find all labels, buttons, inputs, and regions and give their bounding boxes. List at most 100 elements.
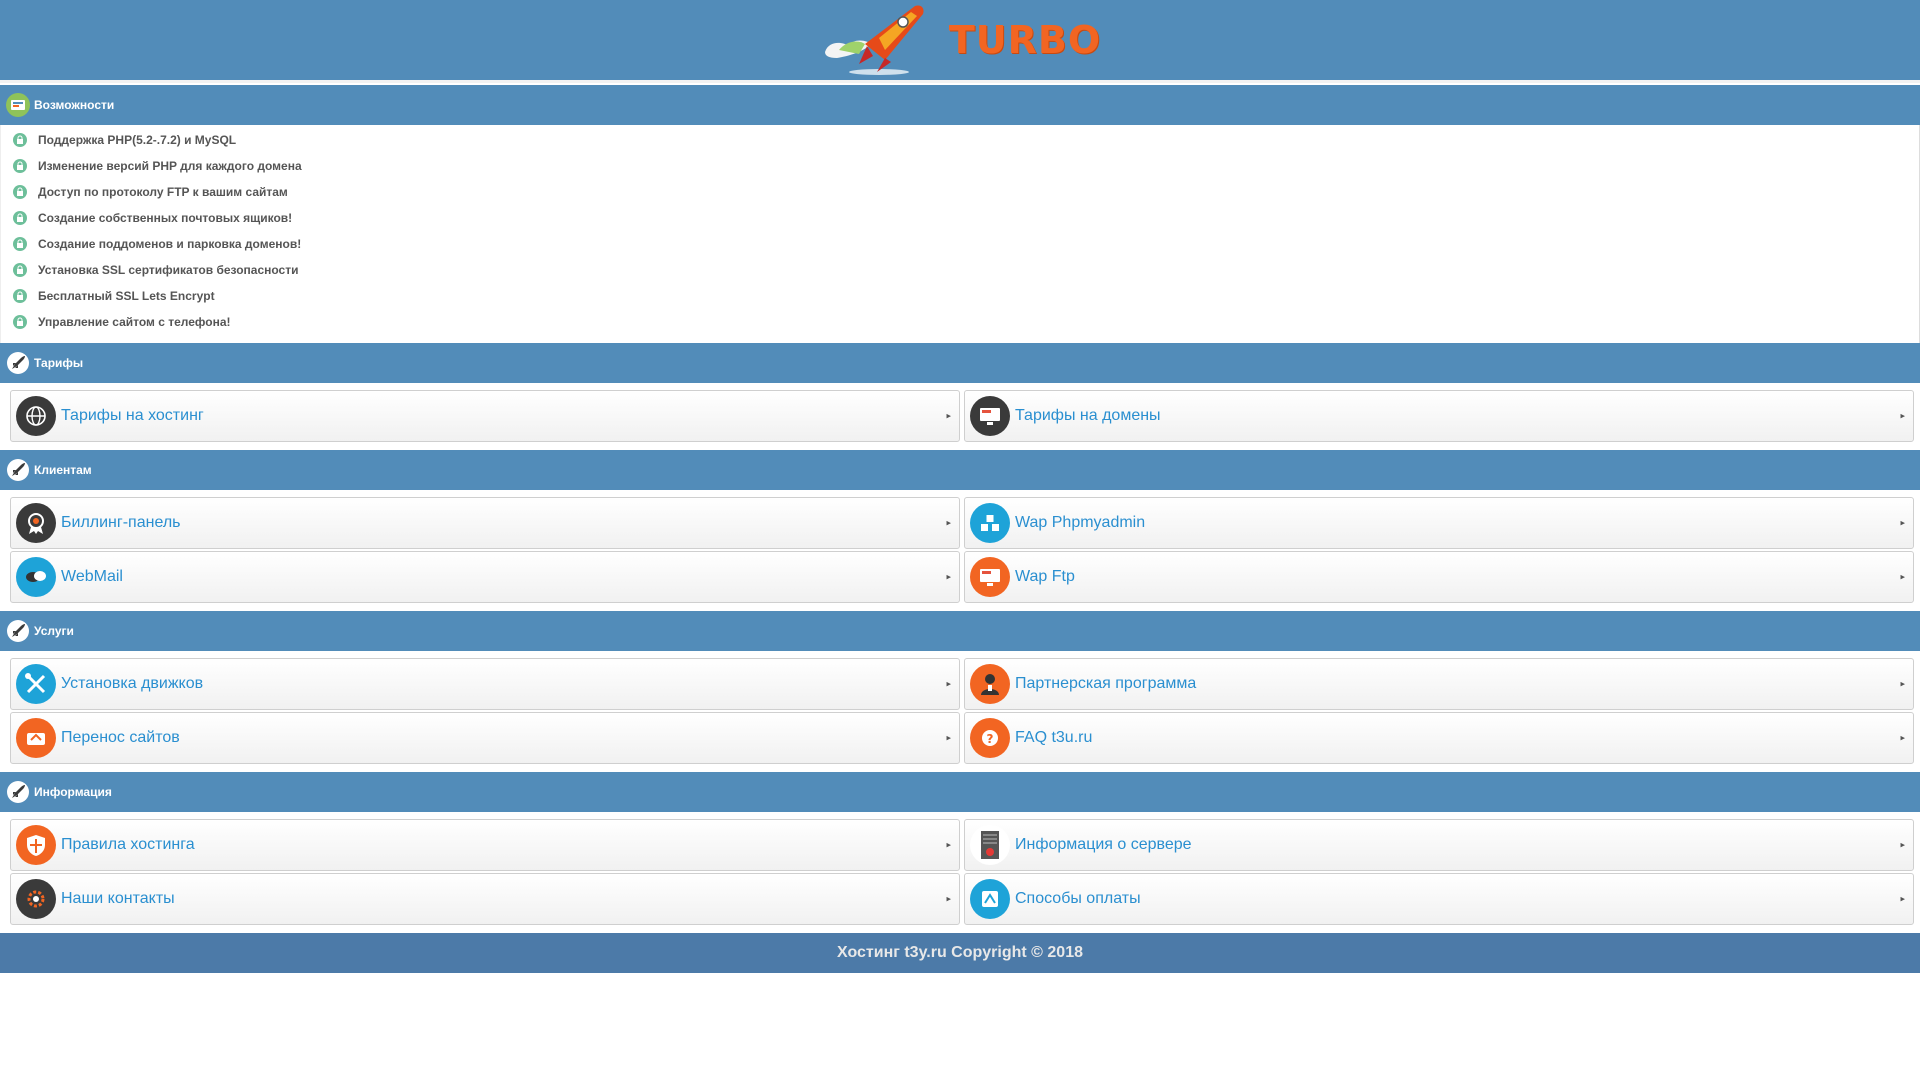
feature-text: Доступ по протоколу FTP к вашим сайтам xyxy=(38,185,288,199)
section-header-tariffs: Тарифы xyxy=(0,343,1920,383)
server-icon xyxy=(970,825,1010,865)
features-icon xyxy=(6,93,30,117)
link-label: Установка движков xyxy=(61,675,204,692)
gear-icon xyxy=(16,879,56,919)
feature-item: Бесплатный SSL Lets Encrypt xyxy=(13,283,1911,309)
link-card-gear[interactable]: Наши контакты ▸ xyxy=(10,873,960,925)
rocket-icon xyxy=(6,780,30,804)
lock-icon xyxy=(13,159,27,173)
monitor-icon xyxy=(970,557,1010,597)
link-card-transfer[interactable]: Перенос сайтов ▸ xyxy=(10,712,960,764)
award-icon xyxy=(16,503,56,543)
link-card-server[interactable]: Информация о сервере ▸ xyxy=(964,819,1914,871)
info-grid: Правила хостинга ▸ Информация о сервере ▸ На… xyxy=(0,812,1920,933)
lock-icon xyxy=(13,289,27,303)
feature-text: Создание поддоменов и парковка доменов! xyxy=(38,237,302,251)
link-card-monitor[interactable]: Wap Ftp ▸ xyxy=(964,551,1914,603)
link-card-shield[interactable]: Правила хостинга ▸ xyxy=(10,819,960,871)
link-card-award[interactable]: Биллинг-панель ▸ xyxy=(10,497,960,549)
rocket-icon xyxy=(6,458,30,482)
lock-icon xyxy=(13,133,27,147)
shield-icon xyxy=(16,825,56,865)
link-label: Wap Phpmyadmin xyxy=(1015,514,1146,531)
feature-item: Доступ по протоколу FTP к вашим сайтам xyxy=(13,179,1911,205)
arrow-right-icon: ▸ xyxy=(1900,732,1905,743)
feature-text: Создание собственных почтовых ящиков! xyxy=(38,211,293,225)
lock-icon xyxy=(13,263,27,277)
feature-item: Поддержка PHP(5.2-.7.2) и MySQL xyxy=(13,127,1911,153)
arrow-right-icon: ▸ xyxy=(946,893,951,904)
link-card-chat[interactable]: WebMail ▸ xyxy=(10,551,960,603)
section-header-services: Услуги xyxy=(0,611,1920,651)
link-card-tools[interactable]: Установка движков ▸ xyxy=(10,658,960,710)
feature-item: Управление сайтом с телефона! xyxy=(13,309,1911,335)
link-label: Wap Ftp xyxy=(1015,568,1075,585)
brand-name: TURBO xyxy=(948,18,1102,62)
rocket-icon xyxy=(6,619,30,643)
transfer-icon xyxy=(16,718,56,758)
arrow-right-icon: ▸ xyxy=(946,410,951,421)
chat-icon xyxy=(16,557,56,597)
section-header-clients: Клиентам xyxy=(0,450,1920,490)
payment-icon xyxy=(970,879,1010,919)
arrow-right-icon: ▸ xyxy=(1900,410,1905,421)
feature-item: Изменение версий PHP для каждого домена xyxy=(13,153,1911,179)
section-title-clients: Клиентам xyxy=(34,463,92,477)
link-label: WebMail xyxy=(61,568,123,585)
arrow-right-icon: ▸ xyxy=(1900,678,1905,689)
lock-icon xyxy=(13,211,27,225)
footer-copyright: Хостинг t3y.ru Copyright © 2018 xyxy=(836,944,1083,961)
lock-icon xyxy=(13,185,27,199)
link-card-person[interactable]: Партнерская программа ▸ xyxy=(964,658,1914,710)
services-grid: Установка движков ▸ Партнерская программа ▸… xyxy=(0,651,1920,772)
tariffs-grid: Тарифы на хостинг ▸ Тарифы на домены ▸ xyxy=(0,383,1920,450)
features-list: Поддержка PHP(5.2-.7.2) и MySQL Изменение… xyxy=(0,125,1920,343)
section-title-tariffs: Тарифы xyxy=(34,356,84,370)
monitor-icon xyxy=(970,396,1010,436)
feature-item: Создание поддоменов и парковка доменов! xyxy=(13,231,1911,257)
arrow-right-icon: ▸ xyxy=(1900,839,1905,850)
link-label: Тарифы на хостинг xyxy=(61,407,204,424)
link-card-globe[interactable]: Тарифы на хостинг ▸ xyxy=(10,390,960,442)
rocket-icon xyxy=(6,351,30,375)
link-card-payment[interactable]: Способы оплаты ▸ xyxy=(964,873,1914,925)
feature-item: Установка SSL сертификатов безопасности xyxy=(13,257,1911,283)
svg-text:?: ? xyxy=(987,732,994,746)
header: TURBO xyxy=(0,0,1920,83)
arrow-right-icon: ▸ xyxy=(946,678,951,689)
arrow-right-icon: ▸ xyxy=(1900,571,1905,582)
link-label: Правила хостинга xyxy=(61,836,195,853)
person-icon xyxy=(970,664,1010,704)
arrow-right-icon: ▸ xyxy=(1900,893,1905,904)
feature-text: Управление сайтом с телефона! xyxy=(38,315,231,329)
section-header-info: Информация xyxy=(0,772,1920,812)
globe-icon xyxy=(16,396,56,436)
link-card-database[interactable]: Wap Phpmyadmin ▸ xyxy=(964,497,1914,549)
database-icon xyxy=(970,503,1010,543)
arrow-right-icon: ▸ xyxy=(946,839,951,850)
arrow-right-icon: ▸ xyxy=(946,571,951,582)
link-label: Способы оплаты xyxy=(1015,890,1141,907)
feature-text: Установка SSL сертификатов безопасности xyxy=(38,263,299,277)
help-icon: ? xyxy=(970,718,1010,758)
feature-text: Изменение версий PHP для каждого домена xyxy=(38,159,302,173)
section-title-info: Информация xyxy=(34,785,112,799)
arrow-right-icon: ▸ xyxy=(1900,517,1905,528)
section-header-features: Возможности xyxy=(0,85,1920,125)
arrow-right-icon: ▸ xyxy=(946,732,951,743)
tools-icon xyxy=(16,664,56,704)
link-card-help[interactable]: ? FAQ t3u.ru ▸ xyxy=(964,712,1914,764)
link-label: Партнерская программа xyxy=(1015,675,1197,692)
page: TURBO Возможности Поддержка PHP(5.2-.7.2… xyxy=(0,0,1920,1080)
lock-icon xyxy=(13,237,27,251)
link-card-monitor[interactable]: Тарифы на домены ▸ xyxy=(964,390,1914,442)
arrow-right-icon: ▸ xyxy=(946,517,951,528)
section-title-features: Возможности xyxy=(34,98,115,112)
footer: Хостинг t3y.ru Copyright © 2018 xyxy=(0,933,1920,973)
logo[interactable]: TURBO xyxy=(819,0,1101,80)
link-label: Наши контакты xyxy=(61,890,175,907)
feature-text: Бесплатный SSL Lets Encrypt xyxy=(38,289,215,303)
link-label: Перенос сайтов xyxy=(61,729,180,746)
clients-grid: Биллинг-панель ▸ Wap Phpmyadmin ▸ WebMail ▸ Wa… xyxy=(0,490,1920,611)
feature-item: Создание собственных почтовых ящиков! xyxy=(13,205,1911,231)
